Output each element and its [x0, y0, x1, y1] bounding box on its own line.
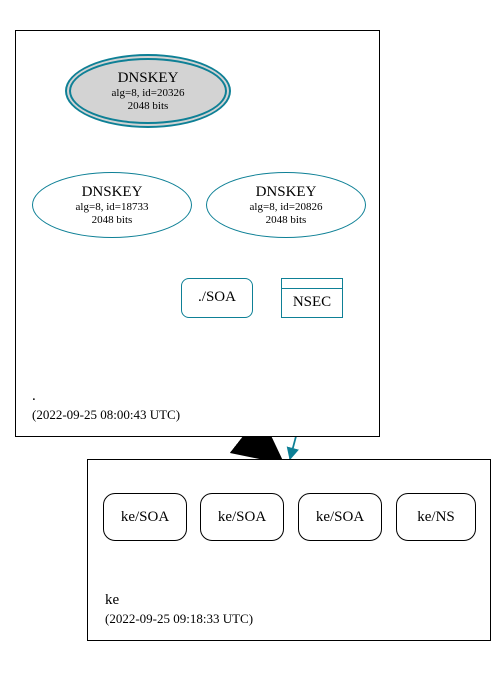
- root-soa-node: ./SOA: [181, 278, 253, 318]
- diagram-canvas: DNSKEY alg=8, id=20326 2048 bits DNSKEY …: [0, 0, 504, 681]
- dnskey-zsk-a-node: DNSKEY alg=8, id=18733 2048 bits: [32, 172, 192, 238]
- dnskey-zsk-b-sub1: alg=8, id=20826: [250, 201, 323, 214]
- record-ke-soa-3: ke/SOA: [298, 493, 382, 541]
- dnskey-zsk-b-title: DNSKEY: [256, 184, 317, 201]
- dnskey-zsk-a-sub2: 2048 bits: [92, 214, 133, 227]
- record-ke-soa-3-label: ke/SOA: [316, 509, 364, 526]
- record-ke-soa-2-label: ke/SOA: [218, 509, 266, 526]
- zone-ke-label: ke: [105, 592, 119, 609]
- edge-zone-delegation: [250, 437, 278, 459]
- zone-root-timestamp: (2022-09-25 08:00:43 UTC): [32, 407, 180, 423]
- dnskey-zsk-b-sub2: 2048 bits: [266, 214, 307, 227]
- dnskey-ksk-title: DNSKEY: [118, 70, 179, 87]
- dnskey-ksk-inner: DNSKEY alg=8, id=20326 2048 bits: [69, 58, 227, 124]
- dnskey-ksk-node: DNSKEY alg=8, id=20326 2048 bits: [65, 54, 231, 128]
- dnskey-zsk-a-sub1: alg=8, id=18733: [76, 201, 149, 214]
- record-ke-soa-1: ke/SOA: [103, 493, 187, 541]
- nsec-node: NSEC: [281, 278, 343, 318]
- dnskey-zsk-a-title: DNSKEY: [82, 184, 143, 201]
- record-ke-soa-2: ke/SOA: [200, 493, 284, 541]
- zone-root-label: .: [32, 388, 36, 405]
- record-ke-ns: ke/NS: [396, 493, 476, 541]
- record-ke-ns-label: ke/NS: [417, 509, 455, 526]
- nsec-inner: NSEC: [282, 288, 342, 317]
- zone-ke-timestamp: (2022-09-25 09:18:33 UTC): [105, 611, 253, 627]
- dnskey-ksk-sub2: 2048 bits: [128, 100, 169, 113]
- nsec-label: NSEC: [293, 294, 331, 311]
- record-ke-soa-1-label: ke/SOA: [121, 509, 169, 526]
- root-soa-label: ./SOA: [198, 289, 236, 306]
- dnskey-ksk-sub1: alg=8, id=20326: [112, 87, 185, 100]
- dnskey-zsk-b-node: DNSKEY alg=8, id=20826 2048 bits: [206, 172, 366, 238]
